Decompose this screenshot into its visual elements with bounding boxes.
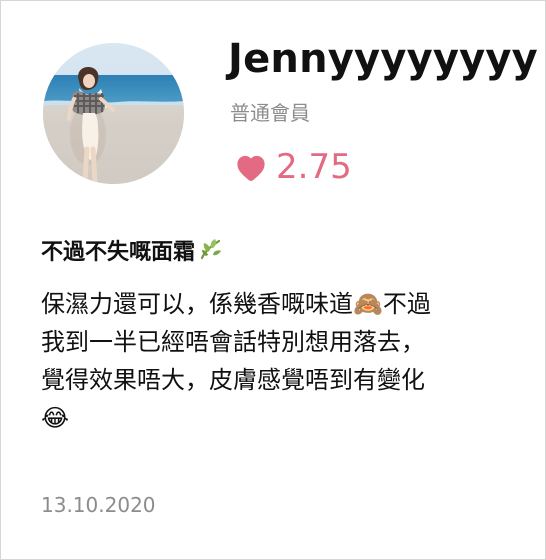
rating-value: 2.75 bbox=[276, 147, 352, 187]
username[interactable]: Jennyyyyyyyy bbox=[228, 39, 538, 79]
review-title-text: 不過不失嘅面霜 bbox=[41, 240, 196, 265]
review-body: 保濕力還可以，係幾香嘅味道🙈不過 我到一半已經唔會話特別想用落去， 覺得效果唔大… bbox=[41, 290, 431, 432]
avatar[interactable] bbox=[43, 43, 184, 184]
review-date: 13.10.2020 bbox=[41, 493, 156, 517]
review-card: Jennyyyyyyyy 普通會員 2.75 不過不失嘅面霜 保濕力還可以，係幾… bbox=[0, 0, 546, 560]
rating: 2.75 bbox=[234, 147, 352, 187]
review-title: 不過不失嘅面霜 bbox=[41, 237, 223, 266]
member-level: 普通會員 bbox=[230, 101, 310, 125]
leaf-icon bbox=[199, 237, 223, 266]
heart-icon bbox=[234, 152, 268, 182]
